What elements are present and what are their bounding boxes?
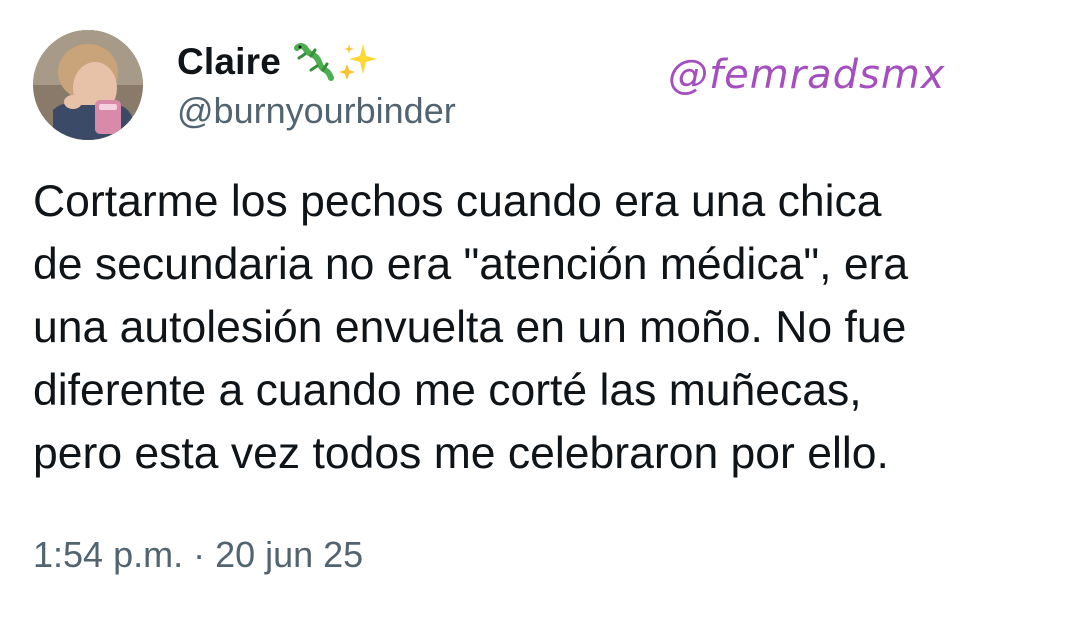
sparkles-icon (337, 40, 381, 84)
tweet-text-line: pero esta vez todos me celebraron por el… (33, 429, 889, 478)
tweet-text-line: Cortarme los pechos cuando era una chica (33, 177, 882, 226)
avatar[interactable] (33, 30, 143, 140)
tweet-text-line: una autolesión envuelta en un moño. No f… (33, 303, 907, 352)
author-handle[interactable]: @burnyourbinder (177, 90, 456, 132)
tweet-text-line: de secundaria no era "atención médica", … (33, 240, 909, 289)
author-block: Claire @burnyourbinder (177, 38, 456, 132)
name-row: Claire (177, 38, 456, 86)
tweet-text: Cortarme los pechos cuando era una chica… (33, 170, 1043, 485)
watermark: @femradsmx (668, 52, 946, 98)
profile-photo (33, 30, 143, 140)
tweet-text-line: diferente a cuando me corté las muñecas, (33, 366, 862, 415)
display-name[interactable]: Claire (177, 41, 281, 83)
lizard-icon (291, 40, 335, 84)
timestamp[interactable]: 1:54 p.m. · 20 jun 25 (33, 534, 363, 576)
